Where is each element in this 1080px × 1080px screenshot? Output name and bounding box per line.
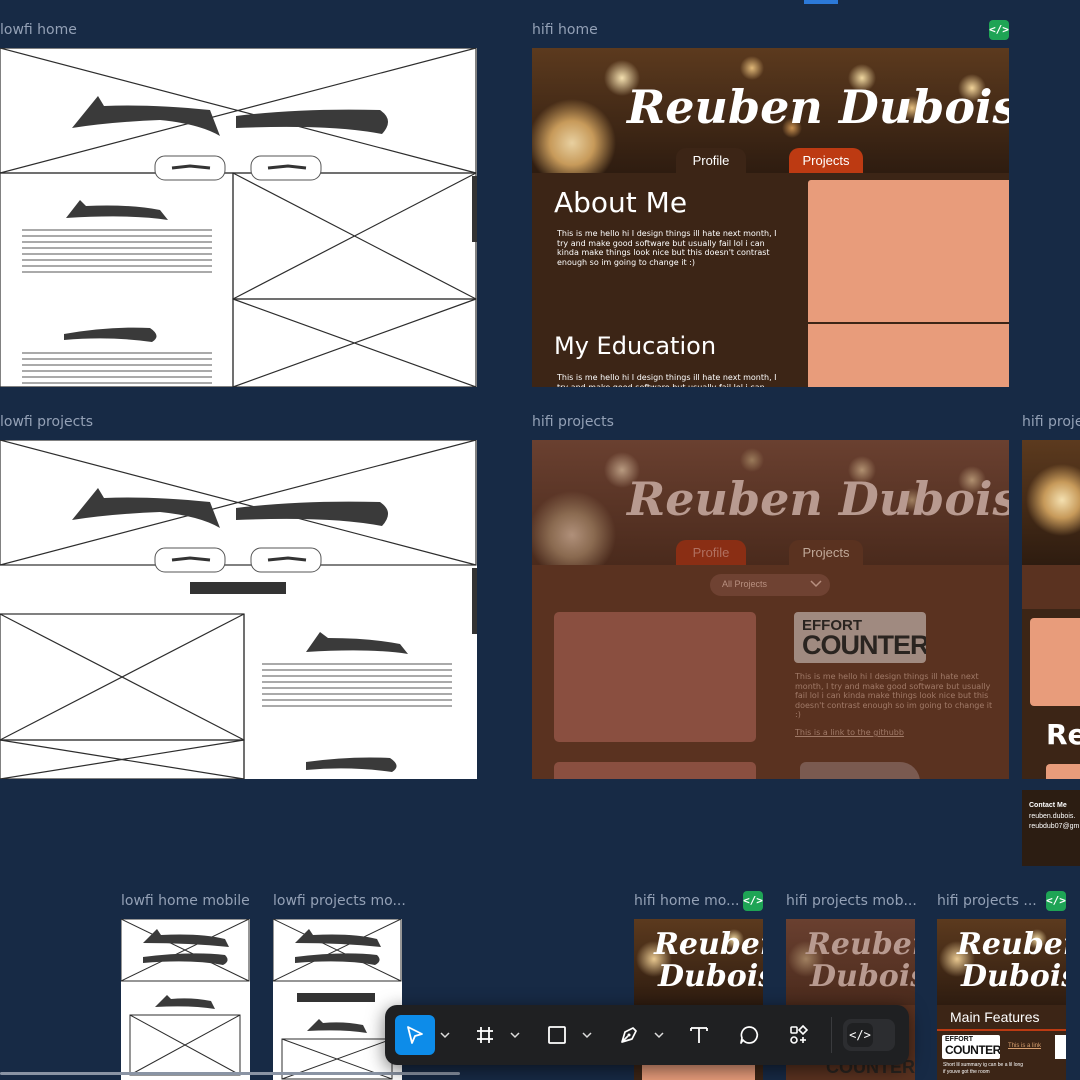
education-text: This is me hello hi I design things ill …	[557, 373, 777, 387]
hifi-home-frame[interactable]: Reuben Dubois Profile Projects About Me …	[532, 48, 1009, 387]
image-placeholder-1	[808, 180, 1009, 322]
hero-name-line1: Reuben	[957, 927, 1066, 962]
chevron-down-icon	[810, 578, 822, 590]
project-image-placeholder-1	[554, 612, 756, 742]
code-badge-icon[interactable]: </>	[743, 891, 763, 911]
effort-counter-logo: EFFORT COUNTER	[794, 612, 926, 663]
hero-name-line1: Reuben	[806, 927, 915, 962]
frame-label-hifi-projects-mobile[interactable]: hifi projects mob...	[786, 893, 917, 909]
cursor-arrow-icon	[407, 1026, 423, 1044]
tab-projects[interactable]: Projects	[789, 540, 863, 565]
project-link[interactable]: This is a link	[1008, 1043, 1041, 1049]
hero-bokeh-image	[1022, 440, 1080, 565]
pen-tool-menu-caret[interactable]	[652, 1015, 666, 1055]
chevron-down-icon	[440, 1032, 450, 1039]
frame-label-lowfi-home[interactable]: lowfi home	[0, 22, 77, 38]
hero-name-line2: Dubois	[961, 959, 1066, 994]
hero-name-line2: Dubois	[810, 959, 915, 994]
frame-tool-button[interactable]	[465, 1015, 505, 1055]
lowfi-projects-mobile-wireframe	[273, 919, 402, 1080]
dev-mode-toggle[interactable]: </>	[843, 1019, 895, 1051]
github-link[interactable]: This is a link to the githubb	[795, 728, 904, 737]
heading-underline	[937, 1029, 1066, 1031]
second-card-fragment	[1055, 1035, 1066, 1059]
frame-label-lowfi-projects[interactable]: lowfi projects	[0, 414, 93, 430]
pen-tool-button[interactable]	[609, 1015, 649, 1055]
bottom-toolbar: </>	[385, 1005, 909, 1065]
chevron-down-icon	[510, 1032, 520, 1039]
chevron-down-icon	[582, 1032, 592, 1039]
logo-text-line2: COUNTER	[802, 630, 926, 660]
hero-name-title: Reuben Dubois	[627, 80, 1009, 134]
frame-label-lowfi-projects-mobile[interactable]: lowfi projects mo...	[273, 893, 406, 909]
frame-label-hifi-projects[interactable]: hifi projects	[532, 414, 614, 430]
actions-tool-button[interactable]	[779, 1015, 819, 1055]
lowfi-home-mobile-frame[interactable]	[121, 919, 250, 1080]
shapes-plus-icon	[790, 1024, 809, 1044]
lowfi-home-frame[interactable]	[0, 48, 477, 387]
frame-label-hifi-home[interactable]: hifi home	[532, 22, 598, 38]
hifi-projects-partial-frame[interactable]: Re	[1022, 440, 1080, 779]
letter-t-icon	[690, 1027, 708, 1043]
lowfi-projects-wireframe	[0, 440, 477, 779]
effort-counter-logo: EFFORT COUNTER	[942, 1035, 1000, 1059]
image-placeholder-2	[808, 324, 1009, 387]
project-summary: Short lil summary ig can be a lil long i…	[943, 1062, 1024, 1075]
comment-tool-button[interactable]	[729, 1015, 769, 1055]
hash-frame-icon	[477, 1027, 493, 1043]
lowfi-home-wireframe	[0, 48, 477, 387]
speech-bubble-icon	[740, 1026, 759, 1044]
square-icon	[548, 1026, 566, 1044]
shape-tool-menu-caret[interactable]	[580, 1015, 594, 1055]
hifi-projects-frame[interactable]: Reuben Dubois Profile Projects All Proje…	[532, 440, 1009, 779]
lowfi-home-mobile-wireframe	[121, 919, 250, 1076]
about-heading: About Me	[554, 186, 688, 219]
filter-value: All Projects	[722, 579, 768, 589]
frame-label-hifi-projects-partial[interactable]: hifi proje	[1022, 414, 1080, 430]
horizontal-scrollbar[interactable]	[0, 1072, 460, 1075]
hero-name-line1: Reuben	[654, 927, 763, 962]
text-tool-button[interactable]	[679, 1015, 719, 1055]
project-description: This is me hello hi I design things ill …	[795, 672, 993, 719]
tab-projects[interactable]: Projects	[789, 148, 863, 173]
hero-name-line2: Dubois	[658, 959, 763, 994]
contact-heading: Contact Me	[1029, 802, 1067, 809]
move-tool-menu-caret[interactable]	[438, 1015, 452, 1055]
lowfi-projects-frame[interactable]	[0, 440, 477, 779]
education-heading: My Education	[554, 332, 717, 360]
contact-email-1: reuben.dubois.	[1029, 813, 1076, 820]
frame-label-hifi-home-mobile[interactable]: hifi home mo...	[634, 893, 739, 909]
image-placeholder	[642, 1064, 755, 1080]
frame-label-hifi-projects-mobile-2[interactable]: hifi projects ...	[937, 893, 1037, 909]
frame-label-lowfi-home-mobile[interactable]: lowfi home mobile	[121, 893, 250, 909]
main-features-heading: Main Features	[950, 1009, 1040, 1025]
logo-text-line2: COUNTER	[945, 1043, 1000, 1057]
project-filter-dropdown[interactable]: All Projects	[710, 574, 830, 596]
chevron-down-icon	[654, 1032, 664, 1039]
tab-profile[interactable]: Profile	[676, 540, 746, 565]
toolbar-divider	[831, 1017, 832, 1053]
frame-tool-menu-caret[interactable]	[508, 1015, 522, 1055]
project-image-placeholder-bottom	[1046, 764, 1080, 779]
selection-indicator	[804, 0, 838, 4]
tab-profile[interactable]: Profile	[676, 148, 746, 173]
lowfi-projects-mobile-frame[interactable]	[273, 919, 402, 1080]
move-tool-button[interactable]	[395, 1015, 435, 1055]
about-text: This is me hello hi I design things ill …	[557, 229, 777, 267]
code-badge-icon[interactable]: </>	[1046, 891, 1066, 911]
project-image-placeholder-2	[554, 762, 756, 779]
pen-nib-icon	[621, 1027, 637, 1043]
section-heading-fragment: Re	[1046, 718, 1080, 751]
code-badge-icon[interactable]: </>	[989, 20, 1009, 40]
code-brackets-icon: </>	[847, 1023, 873, 1047]
accent-bar	[1022, 565, 1080, 609]
hero-name-title: Reuben Dubois	[627, 472, 1009, 526]
contact-email-2: reubdub07@gm	[1029, 823, 1080, 830]
project-image-placeholder	[1030, 618, 1080, 706]
rectangle-tool-button[interactable]	[537, 1015, 577, 1055]
logo-text-line1: EFFORT	[945, 1036, 973, 1043]
hifi-projects-mobile-2-frame[interactable]: Reuben Dubois Main Features EFFORT COUNT…	[937, 919, 1066, 1080]
contact-footer-frame[interactable]: Contact Me reuben.dubois. reubdub07@gm	[1022, 790, 1080, 866]
second-project-logo-fragment	[800, 762, 920, 779]
